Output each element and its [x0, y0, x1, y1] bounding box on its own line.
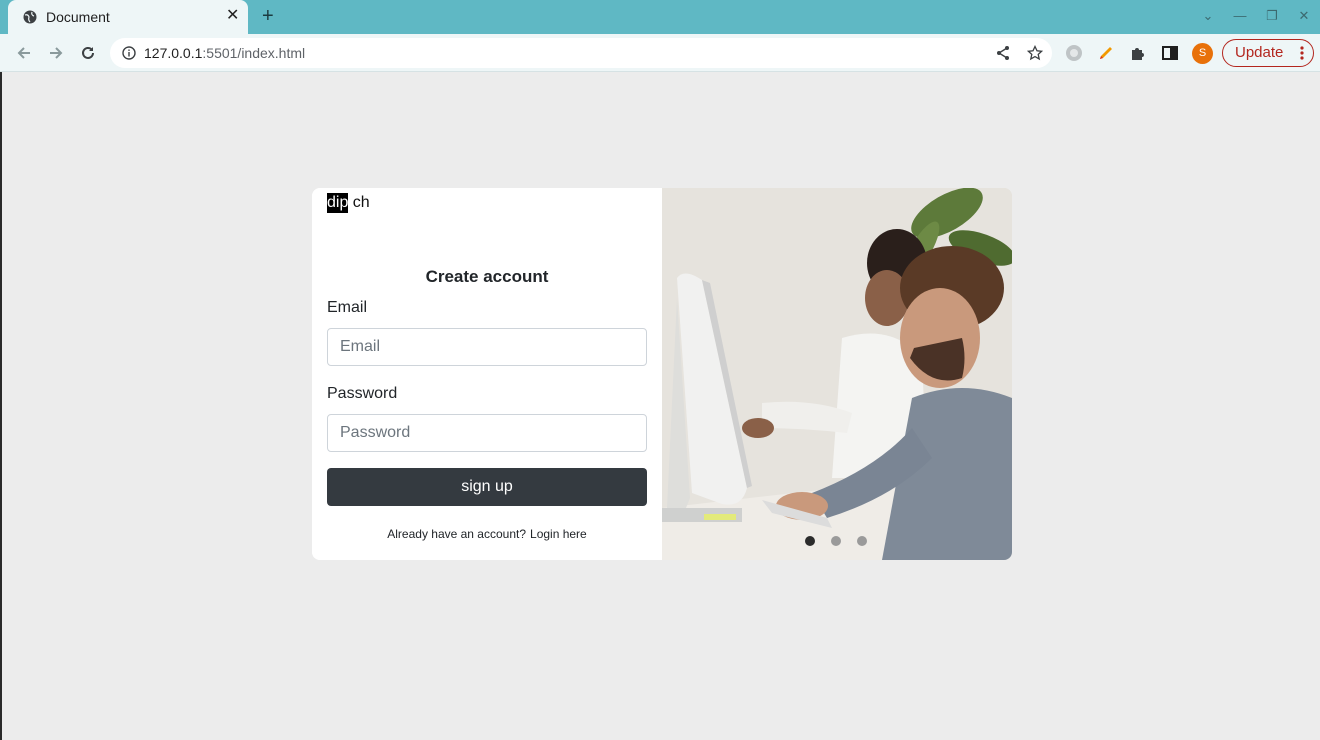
carousel-dot-1[interactable] — [805, 536, 815, 546]
signup-button[interactable]: sign up — [327, 468, 647, 506]
forward-arrow-icon — [50, 47, 63, 59]
signup-card: dip ch Create account Email Password sig… — [312, 188, 1012, 560]
window-controls: ⌄ — ❐ ✕ — [1200, 8, 1312, 24]
update-button[interactable]: Update — [1222, 39, 1314, 67]
bookmark-star-icon[interactable] — [1027, 45, 1043, 61]
extension-globe-icon[interactable] — [1065, 44, 1083, 62]
restore-icon[interactable]: ❐ — [1264, 8, 1280, 24]
login-link[interactable]: Login here — [530, 527, 587, 541]
reload-button[interactable] — [78, 43, 98, 63]
logo-rest: ch — [348, 194, 370, 211]
url-host: 127.0.0.1 — [144, 45, 203, 61]
minimize-icon[interactable]: — — [1232, 8, 1248, 24]
address-bar[interactable]: 127.0.0.1:5501/index.html — [110, 38, 1052, 68]
password-field[interactable] — [327, 414, 647, 452]
carousel-dot-2[interactable] — [831, 536, 841, 546]
email-field[interactable] — [327, 328, 647, 366]
url-path: :5501/index.html — [202, 45, 306, 61]
carousel-indicators — [805, 536, 867, 546]
extensions-puzzle-icon[interactable] — [1129, 44, 1147, 62]
email-label: Email — [327, 299, 368, 316]
login-prompt: Already have an account? Login here — [312, 527, 662, 541]
site-info-icon[interactable] — [122, 46, 136, 60]
profile-avatar[interactable]: S — [1192, 43, 1213, 64]
close-window-icon[interactable]: ✕ — [1296, 8, 1312, 24]
viewport-edge — [0, 72, 2, 740]
reload-icon — [82, 46, 94, 59]
logo: dip ch — [327, 193, 370, 213]
carousel — [662, 188, 1012, 560]
more-menu-icon — [1300, 46, 1304, 60]
share-icon[interactable] — [995, 45, 1011, 61]
new-tab-icon[interactable]: + — [262, 5, 274, 27]
tab-strip: Document ✕ + ⌄ — ❐ ✕ — [0, 0, 1320, 34]
office-workers-image — [662, 188, 1012, 560]
back-arrow-icon — [17, 47, 30, 59]
close-tab-icon[interactable]: ✕ — [226, 7, 239, 25]
browser-toolbar: 127.0.0.1:5501/index.html S Update — [0, 34, 1320, 72]
url-text: 127.0.0.1:5501/index.html — [144, 45, 305, 61]
chevron-down-icon[interactable]: ⌄ — [1200, 8, 1216, 24]
carousel-dot-3[interactable] — [857, 536, 867, 546]
password-label: Password — [327, 385, 398, 402]
update-label: Update — [1235, 44, 1284, 61]
logo-highlight: dip — [327, 193, 349, 213]
back-button[interactable] — [14, 43, 34, 63]
form-panel: dip ch Create account Email Password sig… — [312, 188, 662, 560]
globe-icon — [23, 10, 37, 24]
browser-tab[interactable]: Document ✕ — [8, 0, 248, 34]
login-prompt-text: Already have an account? — [387, 527, 527, 541]
side-panel-icon[interactable] — [1161, 44, 1179, 62]
extension-pen-icon[interactable] — [1097, 44, 1115, 62]
form-title: Create account — [425, 267, 549, 286]
tab-title: Document — [46, 9, 110, 25]
forward-button[interactable] — [46, 43, 66, 63]
